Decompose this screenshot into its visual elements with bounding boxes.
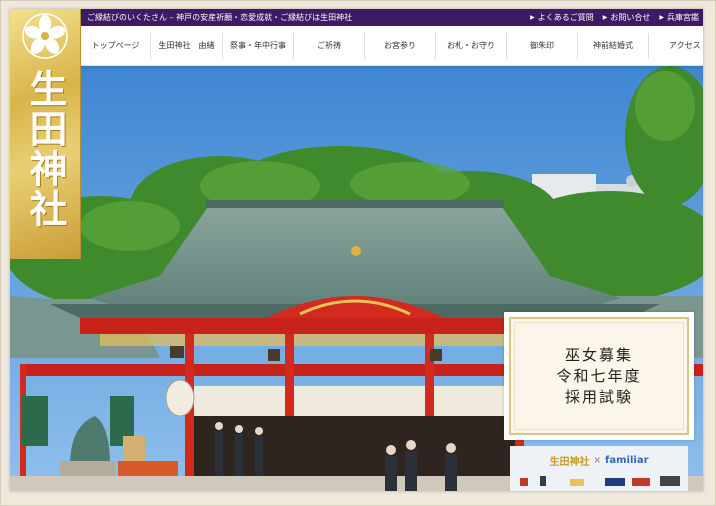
recruit-line-1: 巫女募集: [564, 345, 633, 364]
recruit-paper: 巫女募集 令和七年度 採用試験: [509, 317, 689, 435]
familiar-goods-image: [520, 476, 680, 486]
top-links: ▶ よくあるご質問 ▶ お問い合せ ▶ 兵庫宮鑑: [530, 12, 703, 23]
contact-link[interactable]: ▶ お問い合せ: [603, 12, 651, 23]
page-frame: ご縁結びのいくたさん – 神戸の安産祈願・恋愛成就・ご縁結びは生田神社 ▶ よくあ…: [0, 0, 716, 506]
faq-link[interactable]: ▶ よくあるご質問: [530, 12, 594, 23]
miko-recruit-banner[interactable]: 巫女募集 令和七年度 採用試験: [504, 312, 694, 440]
shrine-logo[interactable]: 生田神社: [10, 9, 81, 259]
familiar-collab-banner[interactable]: 生田神社 × familiar: [510, 446, 688, 491]
recruit-line-2: 令和七年度: [556, 366, 642, 385]
top-info-bar: ご縁結びのいくたさん – 神戸の安産祈願・恋愛成就・ご縁結びは生田神社 ▶ よくあ…: [81, 9, 703, 26]
main-nav: トップページ 生田神社 由緒 祭事・年中行事 ご祈祷 お宮参り お札・お守り 御…: [81, 26, 703, 66]
site-tagline: ご縁結びのいくたさん – 神戸の安産祈願・恋愛成就・ご縁結びは生田神社: [87, 13, 353, 22]
shrine-name: 生田神社: [23, 69, 68, 229]
nav-item-history[interactable]: 生田神社 由緒: [151, 32, 223, 59]
nav-item-festivals[interactable]: 祭事・年中行事: [223, 32, 294, 59]
familiar-shrine-name: 生田神社: [549, 457, 590, 468]
hyogo-link[interactable]: ▶ 兵庫宮鑑: [659, 12, 699, 23]
triangle-right-icon: ▶: [530, 14, 535, 21]
nav-item-goshuin[interactable]: 御朱印: [507, 32, 578, 59]
site-window: ご縁結びのいくたさん – 神戸の安産祈願・恋愛成就・ご縁結びは生田神社 ▶ よくあ…: [10, 9, 703, 491]
triangle-right-icon: ▶: [659, 14, 664, 21]
nav-item-access[interactable]: アクセス: [649, 33, 702, 59]
collab-times: ×: [593, 455, 602, 466]
nav-item-prayer[interactable]: ご祈祷: [294, 32, 365, 59]
triangle-right-icon: ▶: [602, 14, 608, 21]
nav-item-top[interactable]: トップページ: [81, 32, 151, 59]
familiar-brand-row: 生田神社 × familiar: [510, 453, 688, 468]
recruit-line-3: 採用試験: [564, 387, 633, 406]
familiar-brand: familiar: [605, 455, 649, 466]
nav-item-wedding[interactable]: 神前結婚式: [578, 32, 649, 59]
nav-item-amulets[interactable]: お札・お守り: [436, 32, 507, 59]
sakura-crest-icon: [22, 13, 68, 63]
nav-item-omiyamairi[interactable]: お宮参り: [365, 32, 436, 59]
